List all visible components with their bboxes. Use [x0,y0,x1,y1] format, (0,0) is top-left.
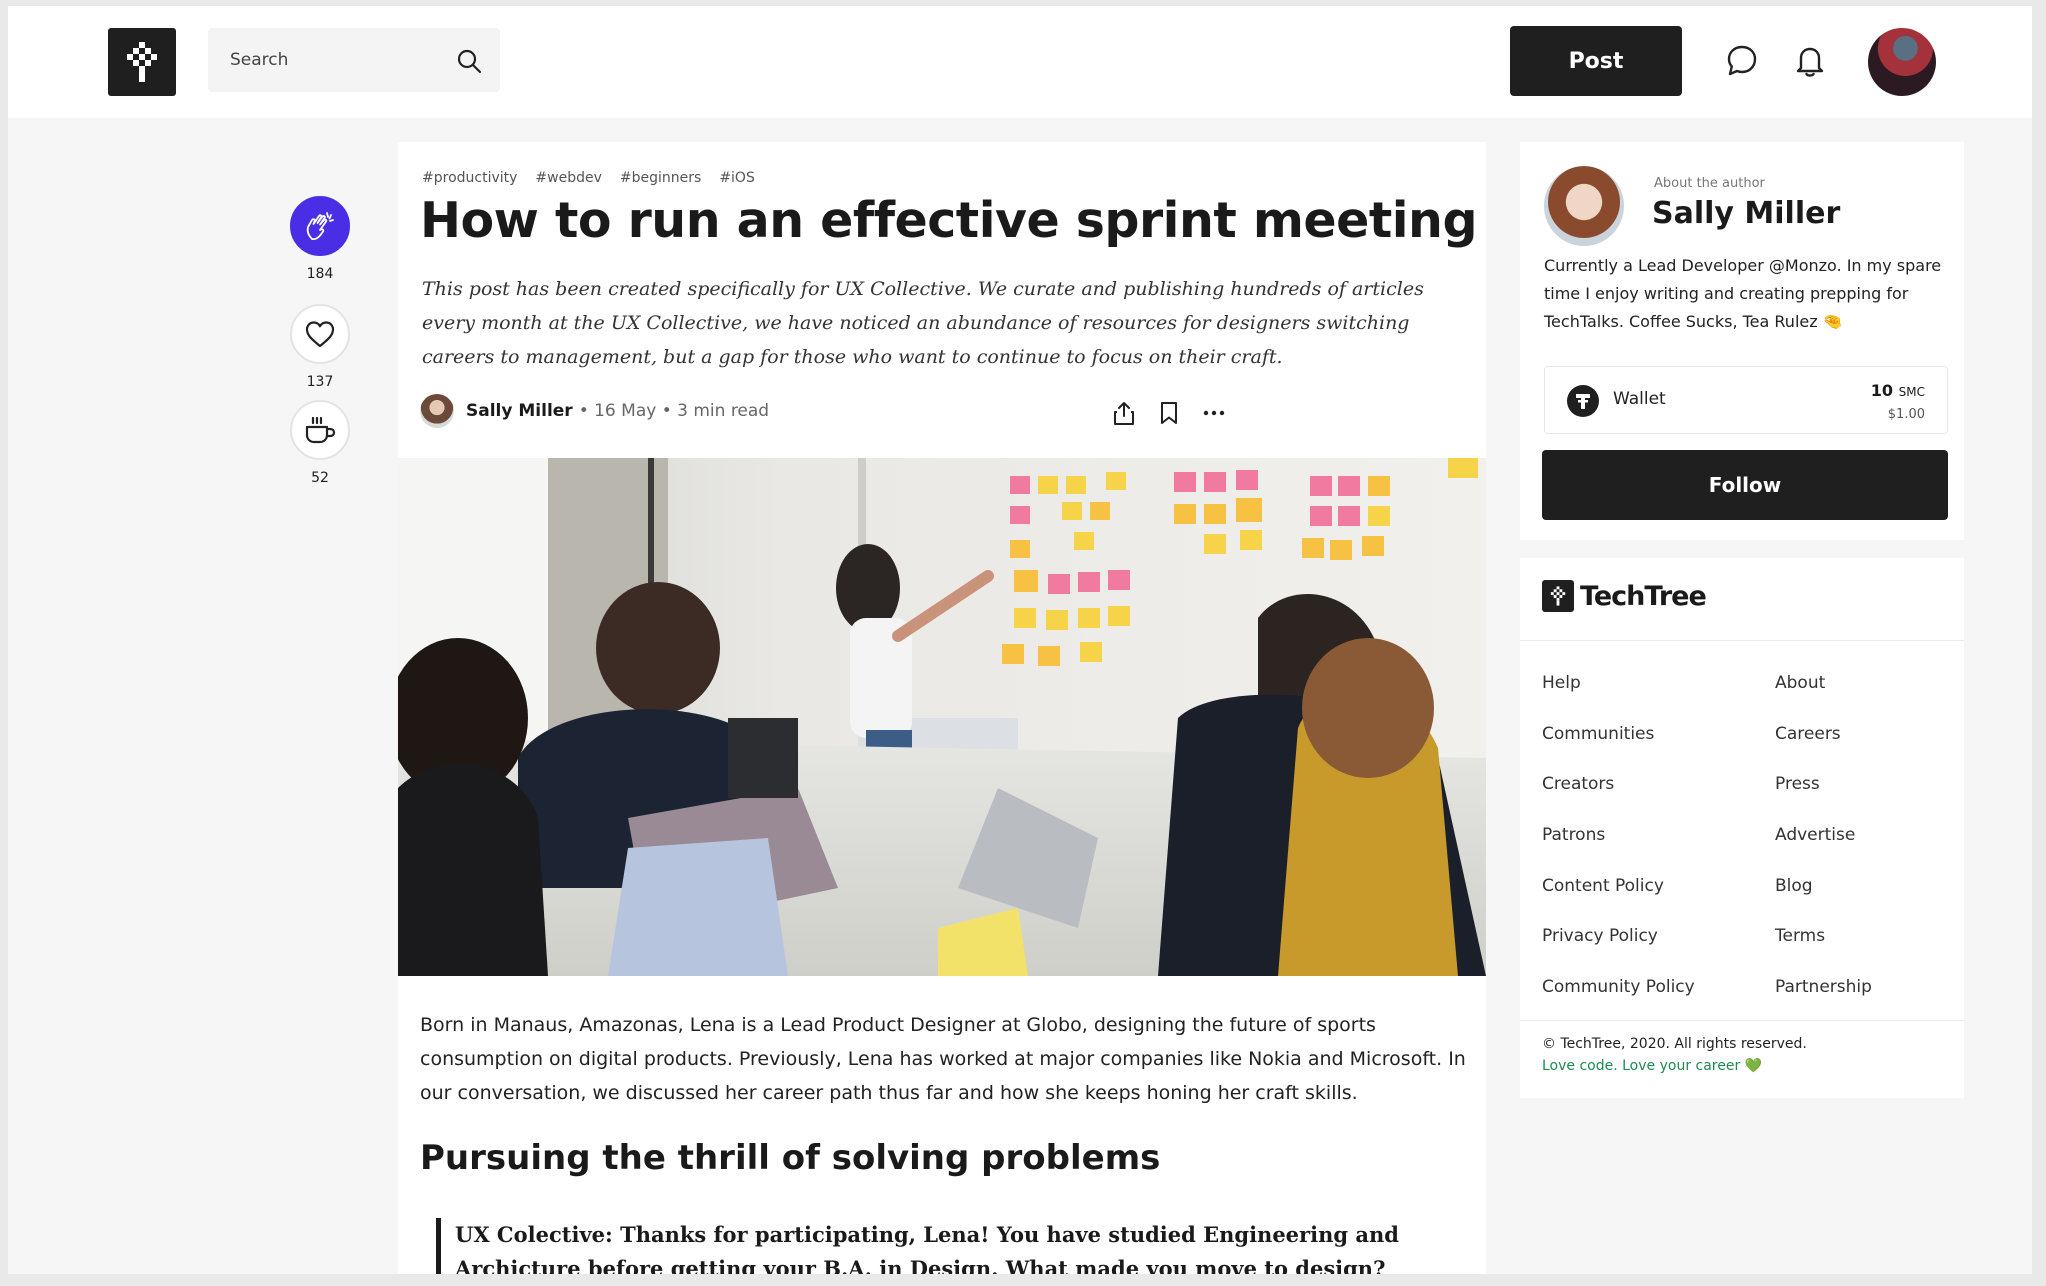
article-card: #productivity #webdev #beginners #iOS Ho… [398,142,1486,1274]
tag-list: #productivity #webdev #beginners #iOS [422,170,755,186]
clap-icon [306,212,334,241]
tag[interactable]: #productivity [422,170,517,186]
byline-author[interactable]: Sally Miller [466,401,573,421]
wallet-token-icon [1567,385,1599,417]
coffee-button[interactable] [290,400,350,460]
wallet-usd: $1.00 [1887,407,1925,422]
about-author-label: About the author [1654,176,1765,191]
footer-links: Help About Communities Careers Creators Pre… [1542,658,1952,1012]
footer-link-patrons[interactable]: Patrons [1542,825,1775,845]
footer-link-advertise[interactable]: Advertise [1775,825,1855,845]
brand-name: TechTree [1580,580,1707,612]
footer-link-content-policy[interactable]: Content Policy [1542,876,1775,896]
clap-button[interactable] [290,196,350,256]
footer-link-communities[interactable]: Communities [1542,724,1775,744]
author-avatar[interactable] [1544,166,1624,246]
wallet-row[interactable]: Wallet 10 SMC $1.00 [1544,366,1948,434]
wallet-amount-value: 10 [1870,381,1894,400]
search-icon[interactable] [456,48,482,78]
chat-icon[interactable] [1726,44,1758,82]
wallet-unit: SMC [1898,385,1925,399]
like-button[interactable] [290,304,350,364]
like-reaction[interactable]: 137 [290,304,350,390]
author-name[interactable]: Sally Miller [1652,196,1840,231]
footer-link-privacy-policy[interactable]: Privacy Policy [1542,926,1775,946]
coffee-count: 52 [311,470,329,486]
top-header: Post [8,6,2032,118]
article-byline: Sally Miller • 16 May • 3 min read [420,394,769,428]
footer-link-creators[interactable]: Creators [1542,774,1775,794]
more-icon[interactable] [1202,400,1226,430]
bell-icon[interactable] [1794,44,1826,82]
follow-button[interactable]: Follow [1542,450,1948,520]
user-avatar[interactable] [1868,28,1936,96]
footer-link-partnership[interactable]: Partnership [1775,977,1872,997]
wallet-label: Wallet [1613,389,1666,409]
footer-link-community-policy[interactable]: Community Policy [1542,977,1775,997]
heart-icon [305,321,335,348]
clap-count: 184 [306,266,334,282]
bookmark-icon[interactable] [1158,400,1180,430]
footer-link-press[interactable]: Press [1775,774,1820,794]
techtree-logo[interactable] [108,28,176,96]
footer-links-card: TechTree Help About Communities Careers Cr… [1520,558,1964,1098]
search-box [208,28,500,92]
footer-link-blog[interactable]: Blog [1775,876,1813,896]
footer-link-about[interactable]: About [1775,673,1825,693]
tag[interactable]: #webdev [535,170,601,186]
article-subtitle: This post has been created specifically … [422,278,1424,368]
footer-link-careers[interactable]: Careers [1775,724,1841,744]
coffee-icon [305,416,336,444]
article-title: How to run an effective sprint meeting [420,192,1478,249]
byline-meta: • 16 May • 3 min read [578,401,770,421]
footer-brand[interactable]: TechTree [1542,578,1707,614]
divider [1520,640,1964,641]
post-button[interactable]: Post [1510,26,1682,96]
article-heading: Pursuing the thrill of solving problems [420,1138,1161,1178]
article-body: Born in Manaus, Amazonas, Lena is a Lead… [420,1014,1466,1104]
tree-logo-icon [127,42,157,82]
tagline-text: Love code. Love your career 💚 [1542,1058,1763,1074]
hero-image [398,458,1486,976]
clap-reaction[interactable]: 184 [290,196,350,282]
tree-logo-icon [1542,580,1574,612]
wallet-amount: 10 SMC [1871,381,1925,400]
footer-link-help[interactable]: Help [1542,673,1775,693]
footer-link-terms[interactable]: Terms [1775,926,1825,946]
copyright-text: © TechTree, 2020. All rights reserved. [1542,1036,1807,1052]
author-card: About the author Sally Miller Currently … [1520,142,1964,540]
page-frame: Post 184 137 [8,6,2032,1274]
article-quote: UX Colective: Thanks for participating, … [436,1218,1436,1274]
like-count: 137 [306,374,334,390]
coffee-reaction[interactable]: 52 [290,400,350,486]
author-bio: Currently a Lead Developer @Monzo. In my… [1544,256,1942,331]
author-mini-avatar[interactable] [420,394,454,428]
tag[interactable]: #iOS [719,170,755,186]
tag[interactable]: #beginners [620,170,701,186]
share-icon[interactable] [1112,400,1136,430]
divider [1520,1020,1964,1021]
